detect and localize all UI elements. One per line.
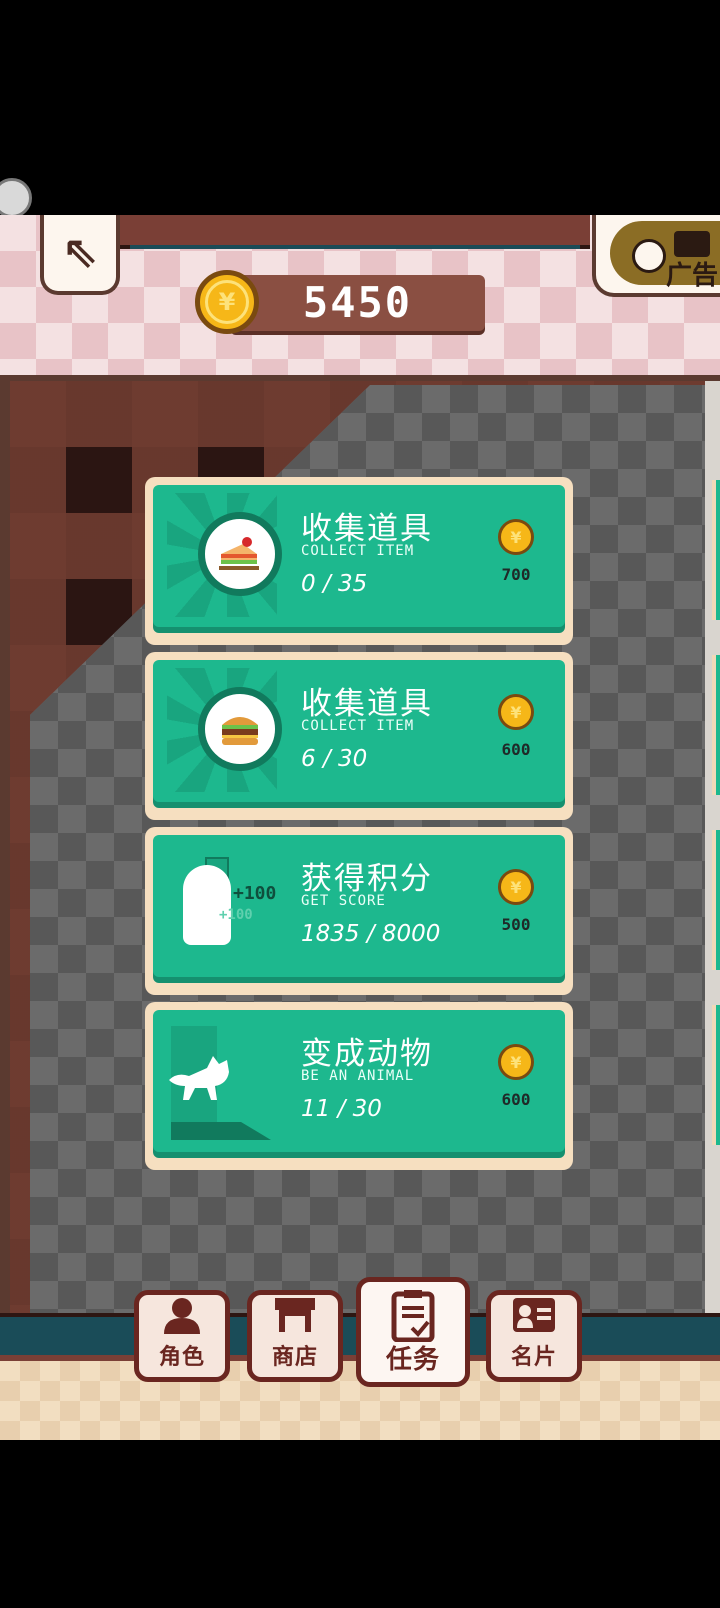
clipboard-icon — [390, 1290, 436, 1342]
arrow-up-left-icon: ⇖ — [61, 227, 99, 278]
ad-badge: 广告 — [610, 221, 720, 291]
nav-button-character[interactable]: 角色 — [134, 1290, 230, 1382]
score-float-text: +100 — [219, 907, 253, 923]
nav-label: 任务 — [385, 1345, 440, 1375]
mission-card-face: 收集道具 COLLECT ITEM 6 / 30 ¥ 600 — [153, 660, 565, 802]
tv-icon — [674, 231, 710, 257]
coin-icon: ¥ — [498, 869, 534, 905]
nav-button-tasks[interactable]: 任务 — [356, 1277, 470, 1387]
mission-reward: 500 — [501, 915, 531, 934]
ad-label: 广告 — [666, 261, 719, 291]
nav-label: 商店 — [271, 1345, 318, 1370]
nav-button-card[interactable]: 名片 — [486, 1290, 582, 1382]
mission-progress: 6 / 30 — [301, 746, 368, 772]
nav-label: 角色 — [158, 1345, 205, 1370]
mission-reward: 700 — [501, 565, 531, 584]
coin-icon: ¥ — [498, 694, 534, 730]
mission-card[interactable]: +100 +100 获得积分 GET SCORE 1835 / 8000 ¥ 5… — [145, 827, 573, 995]
mission-subtitle: BE AN ANIMAL — [301, 1068, 415, 1084]
mission-title: 收集道具 — [301, 686, 433, 722]
runner-score-icon — [183, 865, 231, 945]
mission-card-face: 收集道具 COLLECT ITEM 0 / 35 ¥ 700 — [153, 485, 565, 627]
offscreen-card-edge — [712, 830, 720, 970]
score-float-text: +100 — [233, 883, 277, 904]
mission-subtitle: GET SCORE — [301, 893, 386, 909]
mission-title: 收集道具 — [301, 511, 433, 547]
shop-icon — [272, 1295, 318, 1335]
floating-avatar-button[interactable] — [0, 178, 32, 218]
sandwich-cake-icon — [198, 512, 282, 596]
mission-progress: 1835 / 8000 — [301, 921, 441, 947]
mission-reward: 600 — [501, 1090, 531, 1109]
mission-card[interactable]: 变成动物 BE AN ANIMAL 11 / 30 ¥ 600 — [145, 1002, 573, 1170]
mission-card[interactable]: 收集道具 COLLECT ITEM 0 / 35 ¥ 700 — [145, 477, 573, 645]
id-card-icon — [511, 1295, 557, 1335]
mission-title: 获得积分 — [301, 861, 433, 897]
coin-count: 5450 — [302, 278, 413, 327]
mission-progress: 11 / 30 — [301, 1096, 382, 1122]
offscreen-card-edge — [712, 480, 720, 620]
mission-progress: 0 / 35 — [301, 571, 368, 597]
offscreen-card-edge — [712, 1005, 720, 1145]
cat-silhouette-icon — [169, 1056, 229, 1100]
offscreen-card-edge — [712, 655, 720, 795]
mission-subtitle: COLLECT ITEM — [301, 543, 415, 559]
coin-icon: ¥ — [195, 270, 259, 334]
coin-icon: ¥ — [498, 1044, 534, 1080]
burger-icon — [198, 687, 282, 771]
left-wall — [0, 381, 10, 1440]
mission-title: 变成动物 — [301, 1036, 433, 1072]
person-icon — [159, 1295, 205, 1335]
mission-card-face: 变成动物 BE AN ANIMAL 11 / 30 ¥ 600 — [153, 1010, 565, 1152]
door-shadow — [171, 1122, 271, 1140]
game-screen: ⇖ 广告 5450 ¥ 收集道具 COLLECT ITEM 0 / 35 ¥ 7… — [0, 215, 720, 1440]
ad-face-icon — [632, 239, 666, 273]
coin-balance: 5450 — [230, 275, 485, 331]
header-top-trim — [120, 215, 590, 249]
coin-icon: ¥ — [498, 519, 534, 555]
nav-label: 名片 — [510, 1345, 557, 1370]
back-home-button[interactable]: ⇖ — [40, 215, 120, 295]
mission-card[interactable]: 收集道具 COLLECT ITEM 6 / 30 ¥ 600 — [145, 652, 573, 820]
mission-reward: 600 — [501, 740, 531, 759]
mission-card-face: +100 +100 获得积分 GET SCORE 1835 / 8000 ¥ 5… — [153, 835, 565, 977]
mission-subtitle: COLLECT ITEM — [301, 718, 415, 734]
nav-button-shop[interactable]: 商店 — [247, 1290, 343, 1382]
ad-button[interactable]: 广告 — [592, 215, 720, 297]
